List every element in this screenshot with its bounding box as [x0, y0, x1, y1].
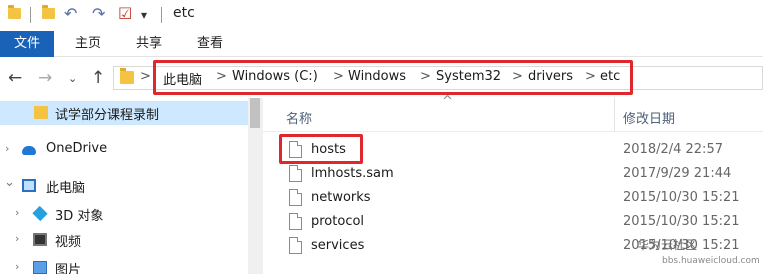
sidebar-item-3d-objects[interactable]: › 3D 对象: [0, 202, 248, 226]
sidebar-item-onedrive[interactable]: › OneDrive: [0, 138, 248, 162]
expand-chevron-icon[interactable]: ›: [15, 260, 19, 273]
recent-locations-chevron-icon[interactable]: ⌄: [68, 72, 77, 85]
sidebar-item-label: 此电脑: [46, 181, 86, 196]
file-row-lmhosts[interactable]: lmhosts.sam 2017/9/29 21:44: [263, 162, 763, 186]
navigation-pane: 试学部分课程录制 › OneDrive ⌄ 此电脑 › 3D 对象 › 视频 ›…: [0, 98, 248, 274]
video-icon: [33, 233, 47, 246]
watermark-url: bbs.huaweicloud.com: [662, 256, 760, 266]
column-date-header[interactable]: 修改日期: [623, 108, 675, 127]
expand-chevron-icon[interactable]: ›: [15, 206, 19, 219]
sidebar-item-label: 图片: [55, 263, 82, 274]
file-date: 2015/10/30 15:21: [623, 214, 740, 229]
tab-share[interactable]: 共享: [134, 31, 164, 57]
file-date: 2018/2/4 22:57: [623, 142, 723, 157]
file-name: networks: [311, 190, 371, 205]
sidebar-scrollbar-thumb[interactable]: [250, 98, 260, 128]
column-divider[interactable]: [614, 98, 615, 132]
divider: [161, 7, 162, 23]
file-row-hosts[interactable]: hosts 2018/2/4 22:57: [263, 134, 763, 164]
sidebar-item-quick-folder[interactable]: 试学部分课程录制: [0, 101, 248, 125]
file-row-networks[interactable]: networks 2015/10/30 15:21: [263, 186, 763, 210]
file-date: 2015/10/30 15:21: [623, 190, 740, 205]
breadcrumb-highlight-box: [153, 60, 633, 95]
tab-view[interactable]: 查看: [195, 31, 225, 57]
file-icon: [289, 213, 302, 230]
window-title: etc: [173, 5, 195, 21]
sidebar-item-this-pc[interactable]: ⌄ 此电脑: [0, 174, 248, 198]
pictures-icon: [33, 261, 47, 274]
customize-toolbar-icon[interactable]: ▾: [141, 8, 147, 22]
sidebar-item-label: OneDrive: [46, 141, 108, 156]
undo-icon[interactable]: ↶: [64, 4, 77, 23]
file-icon: [289, 237, 302, 254]
column-header: ^ 名称 修改日期: [263, 94, 763, 132]
file-date: 2017/9/29 21:44: [623, 166, 732, 181]
sidebar-item-videos[interactable]: › 视频: [0, 228, 248, 252]
file-row-protocol[interactable]: protocol 2015/10/30 15:21: [263, 210, 763, 234]
sort-ascending-icon: ^: [442, 94, 453, 109]
3d-objects-icon: [32, 205, 48, 222]
title-bar: ↶ ↷ ☑ ▾ etc: [0, 0, 763, 30]
properties-icon[interactable]: ☑: [118, 4, 132, 23]
ribbon: 文件 主页 共享 查看: [0, 31, 763, 57]
onedrive-cloud-icon: [22, 146, 36, 155]
file-icon: [289, 165, 302, 182]
file-icon: [289, 189, 302, 206]
file-name: protocol: [311, 214, 365, 229]
quick-access-folder-icon[interactable]: [42, 5, 55, 19]
file-name: services: [311, 238, 365, 253]
tab-home[interactable]: 主页: [73, 31, 103, 57]
up-arrow-icon[interactable]: ↑: [91, 68, 105, 88]
navigation-bar: ← → ⌄ ↑ > 此电脑 > Windows (C:) > Windows >…: [0, 58, 763, 98]
breadcrumb-separator: >: [140, 69, 151, 84]
folder-icon: [34, 106, 48, 119]
tab-file[interactable]: 文件: [0, 31, 54, 57]
sidebar-item-label: 试学部分课程录制: [55, 108, 160, 123]
back-arrow-icon[interactable]: ←: [8, 68, 22, 88]
watermark-text: 华为云社区: [637, 238, 698, 252]
sidebar-item-pictures[interactable]: › 图片: [0, 256, 248, 274]
redo-icon[interactable]: ↷: [92, 4, 105, 23]
folder-icon: [8, 5, 21, 19]
address-folder-icon: [120, 68, 134, 84]
sidebar-item-label: 视频: [55, 235, 82, 250]
file-name: lmhosts.sam: [311, 166, 394, 181]
hosts-highlight-box: [279, 134, 363, 164]
divider: [30, 7, 31, 23]
expand-chevron-icon[interactable]: ›: [15, 232, 19, 245]
forward-arrow-icon[interactable]: →: [38, 68, 52, 88]
collapse-chevron-icon[interactable]: ⌄: [4, 175, 15, 190]
column-name-header[interactable]: 名称: [286, 108, 312, 127]
this-pc-icon: [22, 179, 36, 192]
sidebar-item-label: 3D 对象: [55, 209, 104, 224]
expand-chevron-icon[interactable]: ›: [5, 142, 9, 155]
